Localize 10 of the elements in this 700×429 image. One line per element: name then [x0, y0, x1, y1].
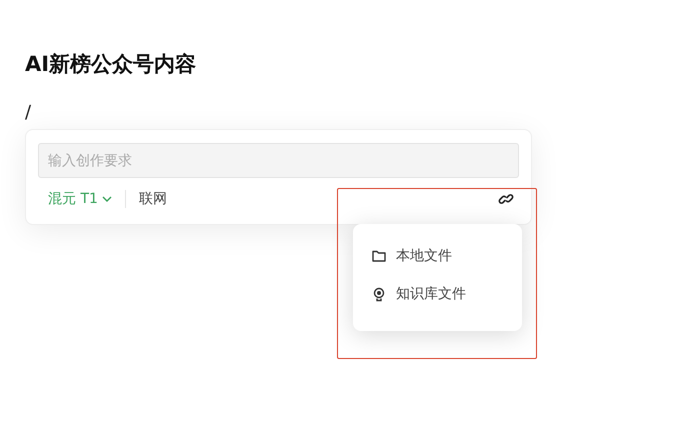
menu-item[interactable]: 知识库文件: [371, 285, 466, 303]
folder-icon: [371, 248, 387, 264]
slash-text: /: [25, 102, 32, 123]
caret-icon: [102, 195, 112, 203]
web-search-button[interactable]: 联网: [138, 190, 167, 208]
link-icon[interactable]: [498, 191, 514, 207]
input-field[interactable]: 输入创作要求: [38, 143, 519, 178]
bulb-icon: [371, 286, 387, 302]
menu-item[interactable]: 本地文件: [371, 247, 452, 265]
page-title: AI新榜公众号内容: [25, 51, 196, 78]
